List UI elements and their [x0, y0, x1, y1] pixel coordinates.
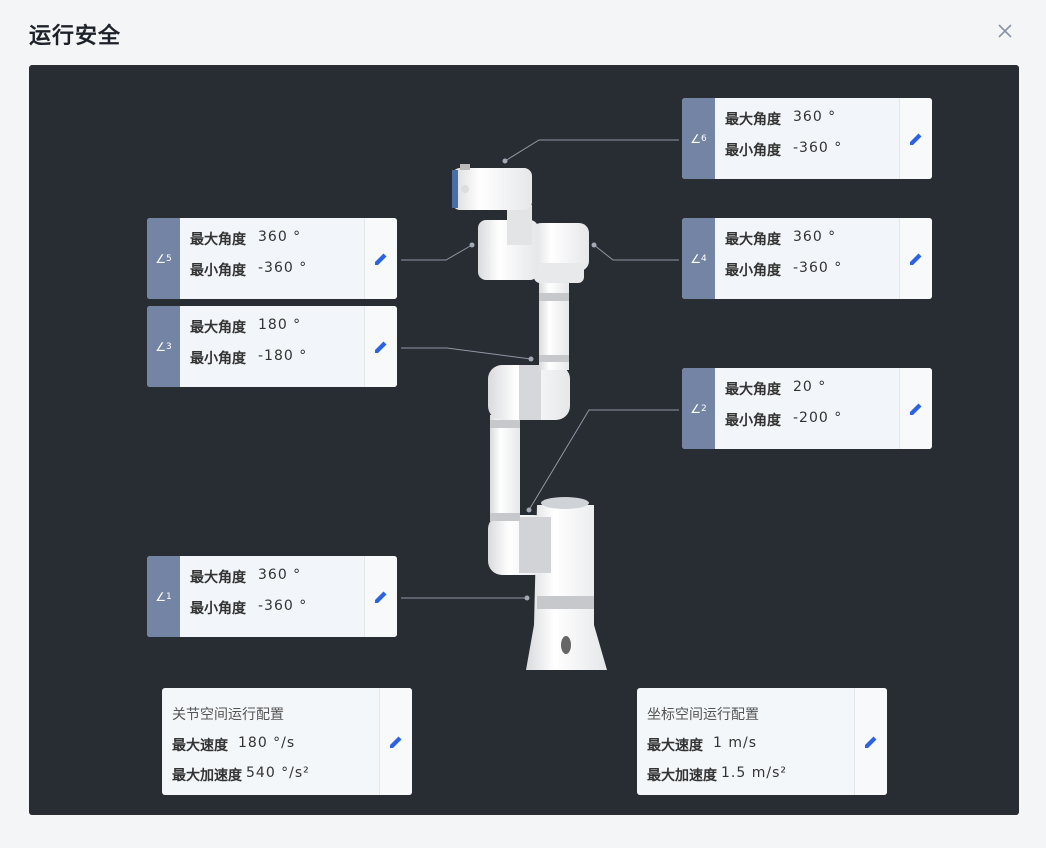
joint-space-max-speed: 180 °/s [238, 735, 296, 751]
min-angle-label: 最小角度 [725, 143, 781, 159]
min-angle-label: 最小角度 [190, 263, 246, 279]
joint-2-edit-button[interactable] [899, 368, 932, 449]
joint-3-max-angle: 180 ° [258, 317, 302, 333]
close-icon[interactable] [995, 21, 1015, 41]
joint-5-edit-button[interactable] [364, 218, 397, 299]
min-angle-label: 最小角度 [725, 413, 781, 429]
max-angle-label: 最大角度 [190, 232, 246, 248]
robot-panel: ∠ 6 最大角度 360 ° 最小角度 -360 ° ∠ 5 最大角度 360 ° 最小角… [29, 65, 1019, 815]
max-accel-label: 最大加速度 [172, 768, 242, 784]
max-angle-label: 最大角度 [725, 232, 781, 248]
joint-4-tag: ∠ 4 [682, 218, 715, 299]
joint-1-card: ∠ 1 最大角度 360 ° 最小角度 -360 ° [147, 556, 397, 637]
joint-3-tag: ∠ 3 [147, 306, 180, 387]
joint-6-min-angle: -360 ° [793, 140, 843, 156]
max-angle-label: 最大角度 [190, 570, 246, 586]
max-speed-label: 最大速度 [172, 738, 228, 754]
joint-2-tag: ∠ 2 [682, 368, 715, 449]
joint-3-card: ∠ 3 最大角度 180 ° 最小角度 -180 ° [147, 306, 397, 387]
pencil-icon [375, 591, 387, 603]
pencil-icon [865, 736, 877, 748]
pencil-icon [910, 403, 922, 415]
joint-3-min-angle: -180 ° [258, 348, 308, 364]
joint-5-max-angle: 360 ° [258, 229, 302, 245]
pencil-icon [390, 736, 402, 748]
min-angle-label: 最小角度 [190, 351, 246, 367]
joint-5-card: ∠ 5 最大角度 360 ° 最小角度 -360 ° [147, 218, 397, 299]
joint-4-card: ∠ 4 最大角度 360 ° 最小角度 -360 ° [682, 218, 932, 299]
dialog-title: 运行安全 [29, 24, 122, 49]
joint-4-max-angle: 360 ° [793, 229, 837, 245]
pencil-icon [910, 253, 922, 265]
max-accel-label: 最大加速度 [647, 768, 717, 784]
joint-6-tag: ∠ 6 [682, 98, 715, 179]
joint-space-edit-button[interactable] [379, 688, 412, 795]
joint-6-edit-button[interactable] [899, 98, 932, 179]
coordinate-space-edit-button[interactable] [854, 688, 887, 795]
pencil-icon [910, 133, 922, 145]
max-speed-label: 最大速度 [647, 738, 703, 754]
coordinate-space-config-title: 坐标空间运行配置 [647, 707, 759, 723]
joint-space-max-accel: 540 °/s² [246, 765, 310, 781]
max-angle-label: 最大角度 [725, 112, 781, 128]
coordinate-space-max-accel: 1.5 m/s² [721, 765, 787, 781]
joint-6-card: ∠ 6 最大角度 360 ° 最小角度 -360 ° [682, 98, 932, 179]
joint-space-config-title: 关节空间运行配置 [172, 707, 284, 723]
joint-1-tag: ∠ 1 [147, 556, 180, 637]
joint-5-min-angle: -360 ° [258, 260, 308, 276]
min-angle-label: 最小角度 [190, 601, 246, 617]
joint-3-edit-button[interactable] [364, 306, 397, 387]
joint-2-card: ∠ 2 最大角度 20 ° 最小角度 -200 ° [682, 368, 932, 449]
max-angle-label: 最大角度 [190, 320, 246, 336]
joint-4-edit-button[interactable] [899, 218, 932, 299]
joint-2-max-angle: 20 ° [793, 379, 827, 395]
joint-6-max-angle: 360 ° [793, 109, 837, 125]
max-angle-label: 最大角度 [725, 382, 781, 398]
joint-1-edit-button[interactable] [364, 556, 397, 637]
joint-space-config-card: 关节空间运行配置 最大速度 180 °/s 最大加速度 540 °/s² [162, 688, 412, 795]
joint-1-min-angle: -360 ° [258, 598, 308, 614]
joint-4-min-angle: -360 ° [793, 260, 843, 276]
pencil-icon [375, 341, 387, 353]
joint-5-tag: ∠ 5 [147, 218, 180, 299]
pencil-icon [375, 253, 387, 265]
joint-1-max-angle: 360 ° [258, 567, 302, 583]
coordinate-space-max-speed: 1 m/s [713, 735, 758, 751]
min-angle-label: 最小角度 [725, 263, 781, 279]
coordinate-space-config-card: 坐标空间运行配置 最大速度 1 m/s 最大加速度 1.5 m/s² [637, 688, 887, 795]
joint-2-min-angle: -200 ° [793, 410, 843, 426]
